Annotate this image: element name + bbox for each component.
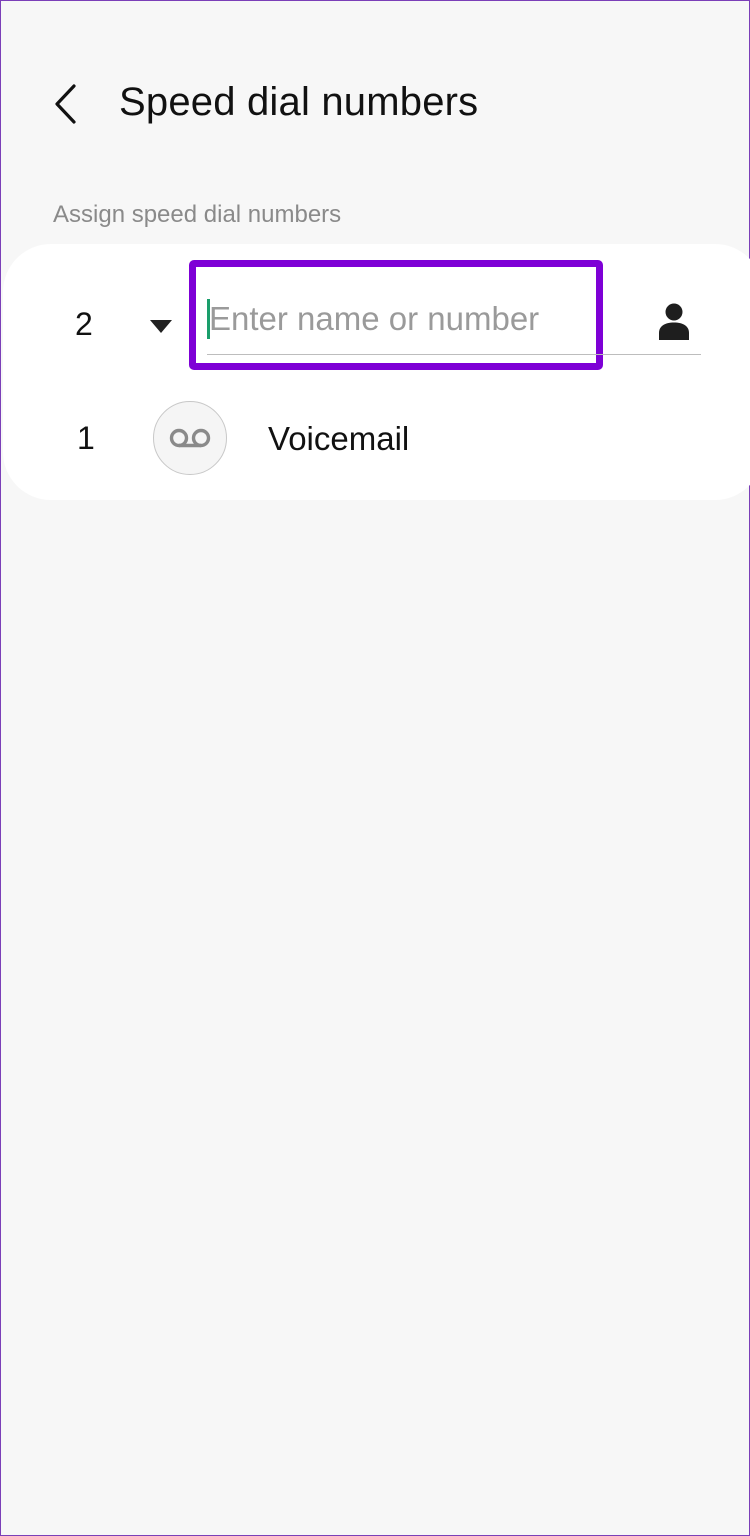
contact-input-wrapper [207, 292, 701, 355]
contact-picker-button[interactable] [651, 298, 697, 344]
chevron-left-icon [55, 84, 76, 124]
section-label: Assign speed dial numbers [53, 201, 342, 228]
page-title: Speed dial numbers [119, 80, 479, 124]
voicemail-avatar [153, 401, 227, 475]
voicemail-label: Voicemail [268, 420, 410, 457]
assign-speed-dial-row: 2 [3, 260, 750, 370]
back-button[interactable] [41, 79, 91, 129]
digit-dropdown[interactable] [143, 312, 179, 342]
person-icon [659, 303, 689, 340]
speed-dial-digit: 1 [77, 420, 95, 456]
name-or-number-input[interactable] [207, 292, 629, 346]
speed-dial-card: 2 1 Voicemail [3, 244, 750, 500]
voicemail-row[interactable]: 1 Voicemail [3, 394, 750, 484]
caret-down-icon [150, 320, 172, 333]
app-header: Speed dial numbers [1, 61, 749, 147]
voicemail-icon [169, 428, 211, 448]
speed-dial-digit-selected: 2 [75, 306, 93, 342]
